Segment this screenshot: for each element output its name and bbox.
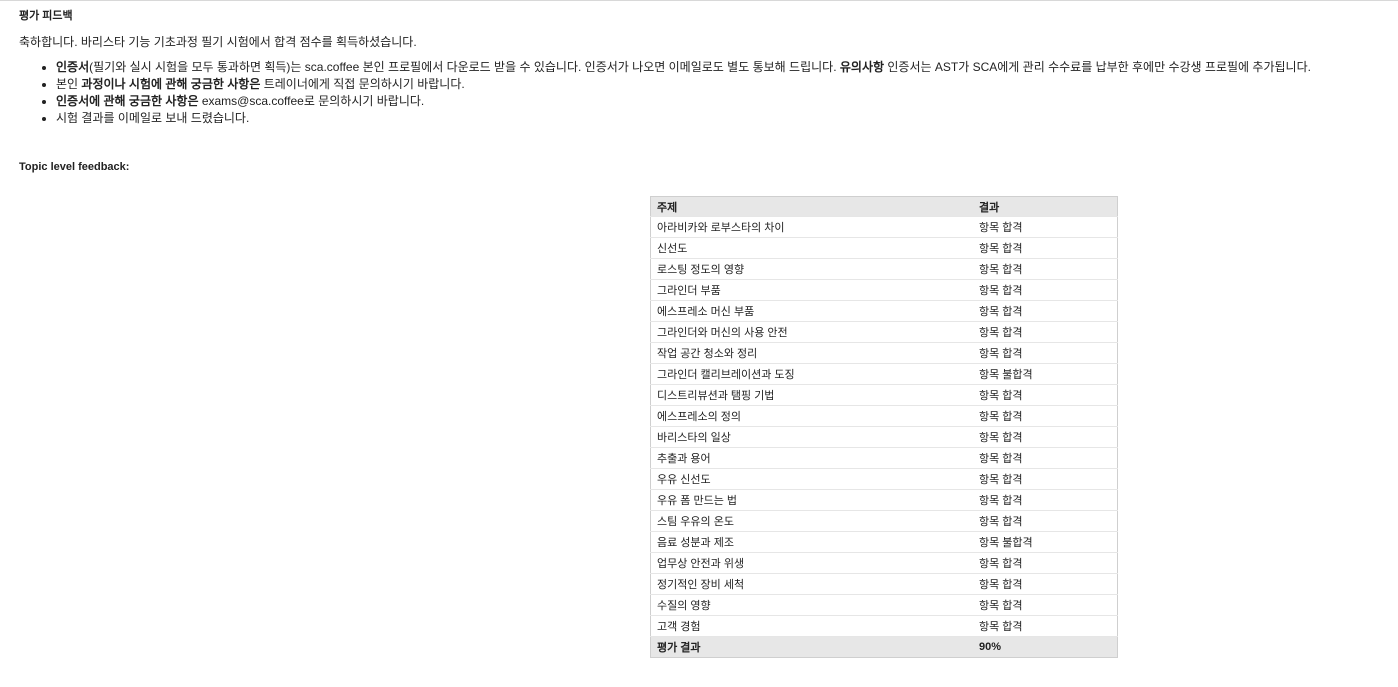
topic-cell: 스팀 우유의 온도 [650,510,973,532]
table-row: 에스프레소 머신 부품 항목 합격 [650,300,1118,322]
table-row: 그라인더 캘리브레이션과 도징 항목 불합격 [650,363,1118,385]
table-row: 정기적인 장비 세척 항목 합격 [650,573,1118,595]
footer-score: 90% [973,636,1118,658]
topic-cell: 우유 폼 만드는 법 [650,489,973,511]
table-row: 아라비카와 로부스타의 차이 항목 합격 [650,216,1118,238]
topic-cell: 음료 성분과 제조 [650,531,973,553]
list-item: 인증서(필기와 실시 시험을 모두 통과하면 획득)는 sca.coffee 본… [56,59,1389,76]
feedback-content: 평가 피드백 축하합니다. 바리스타 기능 기초과정 필기 시험에서 합격 점수… [19,8,1389,175]
table-footer-row: 평가 결과 90% [650,636,1118,658]
result-cell: 항목 합격 [973,216,1118,238]
footer-label: 평가 결과 [650,636,973,658]
note-bold: 인증서 [56,60,90,74]
note-bold: 과정이나 시험에 관해 궁금한 사항은 [81,77,261,91]
result-cell: 항목 합격 [973,447,1118,469]
table-row: 우유 폼 만드는 법 항목 합격 [650,489,1118,511]
note-text: 시험 결과를 이메일로 보내 드렸습니다. [56,111,250,125]
table-row: 로스팅 정도의 영향 항목 합격 [650,258,1118,280]
table-row: 신선도 항목 합격 [650,237,1118,259]
result-cell: 항목 합격 [973,279,1118,301]
note-bold: 인증서에 관해 궁금한 사항은 [56,94,199,108]
header-result: 결과 [973,196,1118,217]
result-cell: 항목 합격 [973,573,1118,595]
topic-cell: 업무상 안전과 위생 [650,552,973,574]
list-item: 시험 결과를 이메일로 보내 드렸습니다. [56,110,1389,127]
topic-cell: 에스프레소의 정의 [650,405,973,427]
table-header-row: 주제 결과 [650,196,1118,217]
table-row: 우유 신선도 항목 합격 [650,468,1118,490]
result-cell: 항목 합격 [973,237,1118,259]
topic-cell: 로스팅 정도의 영향 [650,258,973,280]
table-row: 에스프레소의 정의 항목 합격 [650,405,1118,427]
result-cell: 항목 합격 [973,489,1118,511]
list-item: 본인 과정이나 시험에 관해 궁금한 사항은 트레이너에게 직접 문의하시기 바… [56,76,1389,93]
topic-cell: 아라비카와 로부스타의 차이 [650,216,973,238]
table-row: 음료 성분과 제조 항목 불합격 [650,531,1118,553]
feedback-title: 평가 피드백 [19,10,73,22]
table-row: 디스트리뷰션과 탬핑 기법 항목 합격 [650,384,1118,406]
topic-results-table: 주제 결과 아라비카와 로부스타의 차이 항목 합격 신선도 항목 합격 로스팅 정도의… [650,196,1118,658]
congrats-message: 축하합니다. 바리스타 기능 기초과정 필기 시험에서 합격 점수를 획득하셨습… [19,35,417,49]
topic-cell: 신선도 [650,237,973,259]
topic-cell: 추출과 용어 [650,447,973,469]
table-body: 아라비카와 로부스타의 차이 항목 합격 신선도 항목 합격 로스팅 정도의 영향 항목 … [650,216,1118,637]
result-cell: 항목 합격 [973,321,1118,343]
topic-cell: 그라인더와 머신의 사용 안전 [650,321,973,343]
result-cell: 항목 합격 [973,510,1118,532]
top-divider [0,0,1398,1]
note-text: 트레이너에게 직접 문의하시기 바랍니다. [260,77,465,91]
topic-cell: 그라인더 캘리브레이션과 도징 [650,363,973,385]
result-cell: 항목 불합격 [973,531,1118,553]
result-cell: 항목 합격 [973,384,1118,406]
topic-cell: 정기적인 장비 세척 [650,573,973,595]
note-text: 인증서는 AST가 SCA에게 관리 수수료를 납부한 후에만 수강생 프로필에… [884,60,1311,74]
table-row: 고객 경험 항목 합격 [650,615,1118,637]
table-row: 추출과 용어 항목 합격 [650,447,1118,469]
result-cell: 항목 불합격 [973,363,1118,385]
topic-cell: 수질의 영향 [650,594,973,616]
note-text: (필기와 실시 시험을 모두 통과하면 획득)는 sca.coffee 본인 프… [89,60,840,74]
table-row: 그라인더 부품 항목 합격 [650,279,1118,301]
note-bold: 유의사항 [839,60,885,74]
table-row: 작업 공간 청소와 정리 항목 합격 [650,342,1118,364]
topic-cell: 우유 신선도 [650,468,973,490]
result-cell: 항목 합격 [973,552,1118,574]
topic-feedback-title: Topic level feedback: [19,161,130,173]
table-row: 그라인더와 머신의 사용 안전 항목 합격 [650,321,1118,343]
table-row: 스팀 우유의 온도 항목 합격 [650,510,1118,532]
result-cell: 항목 합격 [973,405,1118,427]
note-text: exams@sca.coffee로 문의하시기 바랍니다. [198,94,425,108]
table-row: 업무상 안전과 위생 항목 합격 [650,552,1118,574]
topic-cell: 그라인더 부품 [650,279,973,301]
topic-cell: 에스프레소 머신 부품 [650,300,973,322]
list-item: 인증서에 관해 궁금한 사항은 exams@sca.coffee로 문의하시기 … [56,93,1389,110]
result-cell: 항목 합격 [973,300,1118,322]
result-cell: 항목 합격 [973,258,1118,280]
result-cell: 항목 합격 [973,615,1118,637]
result-cell: 항목 합격 [973,342,1118,364]
note-text: 본인 [56,77,82,91]
topic-cell: 바리스타의 일상 [650,426,973,448]
table-row: 바리스타의 일상 항목 합격 [650,426,1118,448]
topic-cell: 디스트리뷰션과 탬핑 기법 [650,384,973,406]
result-cell: 항목 합격 [973,594,1118,616]
notes-list: 인증서(필기와 실시 시험을 모두 통과하면 획득)는 sca.coffee 본… [19,59,1389,127]
result-cell: 항목 합격 [973,426,1118,448]
header-topic: 주제 [650,196,973,217]
topic-cell: 고객 경험 [650,615,973,637]
result-cell: 항목 합격 [973,468,1118,490]
table-row: 수질의 영향 항목 합격 [650,594,1118,616]
topic-cell: 작업 공간 청소와 정리 [650,342,973,364]
